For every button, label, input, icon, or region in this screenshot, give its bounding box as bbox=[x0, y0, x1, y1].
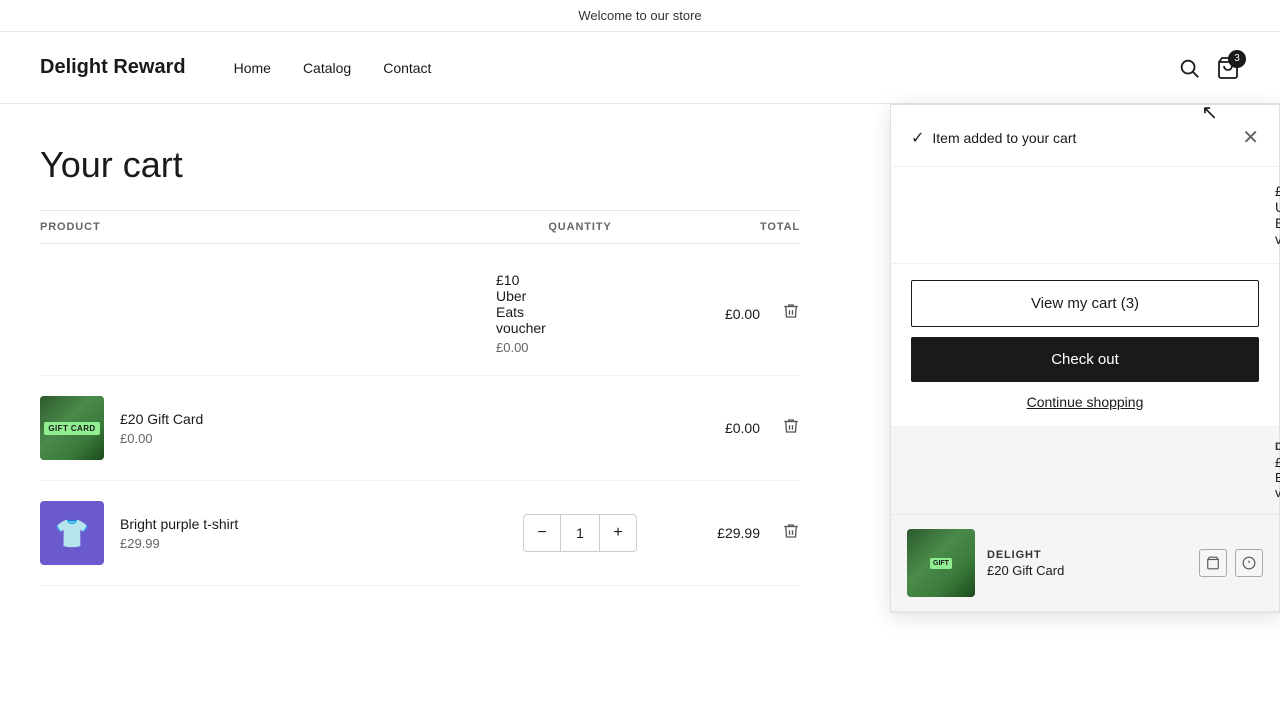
nav-home[interactable]: Home bbox=[234, 60, 271, 76]
col-quantity: QUANTITY bbox=[480, 221, 680, 233]
cart-add-icon[interactable] bbox=[1199, 549, 1227, 577]
cart-button[interactable]: 3 bbox=[1216, 56, 1240, 80]
dropdown-header: ✓ Item added to your cart ✕ bbox=[891, 105, 1279, 167]
dropdown-product-card: GIFT DELIGHT £20 Gift Card bbox=[891, 515, 1279, 612]
product-card-icons bbox=[1199, 549, 1263, 577]
qty-value: 1 bbox=[560, 515, 600, 551]
shopping-bag-icon bbox=[1206, 556, 1220, 570]
product-card-info: DELIGHT £20 Gift Card bbox=[987, 549, 1187, 578]
cart-item-name: £10 Uber Eats voucher bbox=[496, 272, 546, 336]
search-button[interactable] bbox=[1178, 57, 1200, 79]
banner-text: Welcome to our store bbox=[578, 8, 701, 23]
cart-item-name: Bright purple t-shirt bbox=[120, 516, 238, 532]
checkout-button[interactable]: Check out bbox=[911, 337, 1259, 382]
nav: Home Catalog Contact bbox=[234, 60, 432, 76]
cart-item: GIFT CARD £20 Gift Card £0.00 £0.00 bbox=[40, 376, 800, 481]
delete-item-button[interactable] bbox=[782, 417, 800, 440]
cart-table-header: PRODUCT QUANTITY TOTAL bbox=[40, 210, 800, 244]
trash-icon bbox=[782, 302, 800, 320]
nav-catalog[interactable]: Catalog bbox=[303, 60, 351, 76]
cart-item-image-shirt: 👕 bbox=[40, 501, 104, 565]
trash-icon bbox=[782, 417, 800, 435]
check-icon: ✓ bbox=[911, 128, 924, 148]
main-area: Your cart PRODUCT QUANTITY TOTAL £10 Ube… bbox=[0, 104, 1280, 719]
cart-item-price: £29.99 bbox=[120, 536, 238, 551]
delete-item-button[interactable] bbox=[782, 522, 800, 545]
cart-item-price: £0.00 bbox=[496, 340, 546, 355]
shirt-emoji: 👕 bbox=[55, 517, 90, 550]
dropdown-products: DELIGHT £10 Uber Eats voucher bbox=[891, 427, 1279, 612]
col-total: TOTAL bbox=[680, 221, 800, 233]
cart-item-details: £20 Gift Card £0.00 bbox=[120, 411, 203, 446]
cart-item-price: £0.00 bbox=[120, 431, 203, 446]
cart-item-info: GIFT CARD £20 Gift Card £0.00 bbox=[40, 396, 480, 460]
search-icon bbox=[1178, 57, 1200, 79]
nav-contact[interactable]: Contact bbox=[383, 60, 431, 76]
product-card-info: DELIGHT £10 Uber Eats voucher bbox=[1275, 441, 1280, 500]
dropdown-product-card: DELIGHT £10 Uber Eats voucher bbox=[891, 427, 1279, 515]
delete-item-button[interactable] bbox=[782, 302, 800, 325]
product-card-image-gift: GIFT bbox=[907, 529, 975, 597]
cart-item-name: £20 Gift Card bbox=[120, 411, 203, 427]
continue-shopping-link[interactable]: Continue shopping bbox=[911, 394, 1259, 410]
cart-item-details: £10 Uber Eats voucher £0.00 bbox=[496, 272, 546, 355]
logo[interactable]: Delight Reward bbox=[40, 56, 186, 79]
dropdown-added-item: £10 Uber Eats voucher bbox=[891, 167, 1279, 264]
trash-icon bbox=[782, 522, 800, 540]
close-dropdown-button[interactable]: ✕ bbox=[1242, 125, 1259, 150]
cart-item: £10 Uber Eats voucher £0.00 £0.00 bbox=[40, 252, 800, 376]
dropdown-actions: View my cart (3) Check out Continue shop… bbox=[891, 264, 1279, 427]
product-brand: DELIGHT bbox=[987, 549, 1187, 561]
product-name: £10 Uber Eats voucher bbox=[1275, 455, 1280, 500]
header: Delight Reward Home Catalog Contact 3 bbox=[0, 32, 1280, 104]
cart-title: Your cart bbox=[40, 144, 800, 186]
col-product: PRODUCT bbox=[40, 221, 480, 233]
cart-item-image-gift: GIFT CARD bbox=[40, 396, 104, 460]
info-circle-icon bbox=[1242, 556, 1256, 570]
gift-label: GIFT CARD bbox=[44, 422, 99, 435]
cart-item: 👕 Bright purple t-shirt £29.99 − 1 + £29… bbox=[40, 481, 800, 586]
quantity-control: − 1 + bbox=[523, 514, 637, 552]
dropdown-header-left: ✓ Item added to your cart bbox=[911, 128, 1076, 148]
cart-dropdown: ✓ Item added to your cart ✕ £10 Uber Eat… bbox=[890, 104, 1280, 613]
header-icons: 3 bbox=[1178, 56, 1240, 80]
header-left: Delight Reward Home Catalog Contact bbox=[40, 56, 431, 79]
qty-decrease-button[interactable]: − bbox=[524, 515, 560, 551]
cart-item-qty: − 1 + bbox=[480, 514, 680, 552]
info-icon[interactable] bbox=[1235, 549, 1263, 577]
top-banner: Welcome to our store bbox=[0, 0, 1280, 32]
cart-item-info: £10 Uber Eats voucher £0.00 bbox=[40, 272, 480, 355]
product-name: £20 Gift Card bbox=[987, 563, 1187, 578]
cart-item-details: Bright purple t-shirt £29.99 bbox=[120, 516, 238, 551]
qty-increase-button[interactable]: + bbox=[600, 515, 636, 551]
cart-page: Your cart PRODUCT QUANTITY TOTAL £10 Ube… bbox=[0, 104, 840, 719]
added-text: Item added to your cart bbox=[932, 130, 1076, 146]
view-cart-button[interactable]: View my cart (3) bbox=[911, 280, 1259, 327]
product-brand: DELIGHT bbox=[1275, 441, 1280, 453]
gift-card-label: GIFT bbox=[930, 558, 952, 569]
cart-item-info: 👕 Bright purple t-shirt £29.99 bbox=[40, 501, 480, 565]
cart-badge: 3 bbox=[1228, 50, 1246, 68]
dropdown-item-name: £10 Uber Eats voucher bbox=[1275, 183, 1280, 247]
